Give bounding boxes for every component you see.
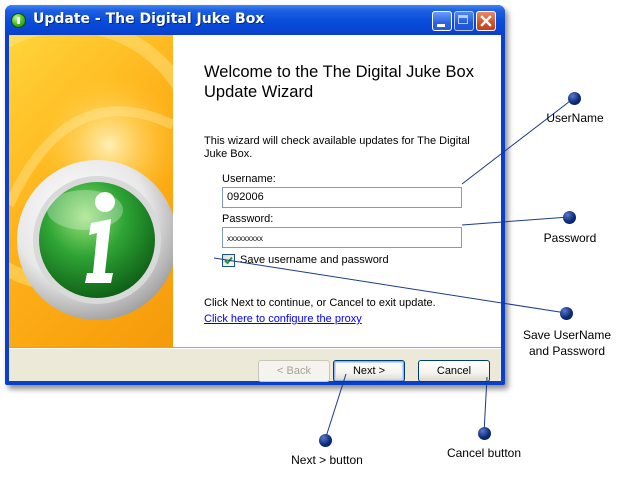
cancel-annotation: Cancel button	[446, 446, 522, 460]
next-callout-dot	[319, 434, 332, 447]
username-annotation: UserName	[546, 111, 604, 125]
password-annotation: Password	[543, 231, 597, 245]
username-callout-dot	[568, 92, 581, 105]
cancel-callout-line	[483, 376, 488, 434]
save-callout-dot	[560, 307, 573, 320]
save-annotation-line2: and Password	[528, 344, 606, 358]
next-annotation: Next > button	[291, 453, 363, 467]
cancel-callout-dot	[478, 427, 491, 440]
save-annotation-line1: Save UserName	[522, 328, 612, 342]
next-callout-line	[324, 373, 347, 441]
password-callout-line	[461, 216, 570, 226]
save-callout-line	[213, 257, 567, 314]
password-callout-dot	[563, 211, 576, 224]
